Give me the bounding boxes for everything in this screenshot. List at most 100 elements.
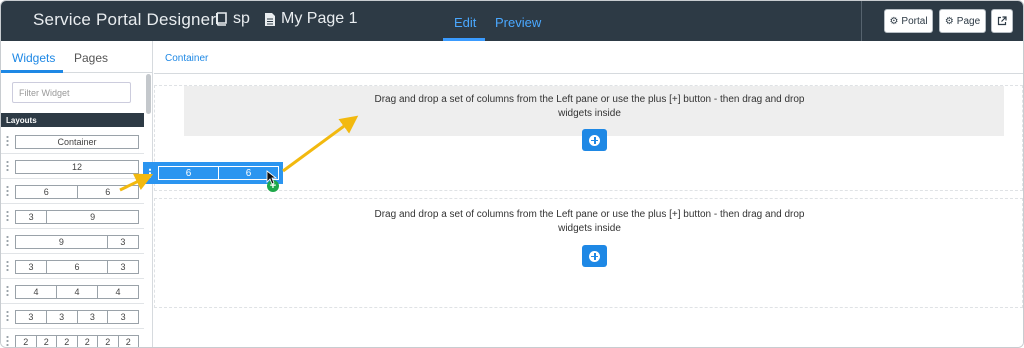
- app-window: Service Portal Designer sp My Page 1 Edi…: [0, 0, 1024, 348]
- layout-column: 6: [105, 187, 111, 197]
- tab-widgets-indicator: [1, 70, 63, 73]
- layout-item[interactable]: 363: [1, 254, 144, 279]
- layout-item[interactable]: 12: [1, 154, 144, 179]
- tab-pages[interactable]: Pages: [74, 51, 108, 65]
- drop-instructions: Drag and drop a set of columns from the …: [155, 93, 1023, 121]
- external-link-icon: [997, 16, 1007, 26]
- add-columns-button[interactable]: [582, 129, 607, 151]
- drag-handle-icon: [6, 185, 9, 196]
- layout-item[interactable]: 39: [1, 204, 144, 229]
- layout-column: 2: [98, 336, 119, 347]
- layout-column: 2: [57, 336, 78, 347]
- layout-column: 2: [78, 336, 98, 347]
- header-divider: [861, 1, 862, 41]
- layout-item[interactable]: 222222: [1, 329, 144, 347]
- layout-column: 2: [125, 337, 131, 347]
- page-button[interactable]: ⚙ Page: [939, 9, 986, 33]
- layout-column: 6: [47, 261, 108, 273]
- layout-column: 3: [120, 237, 126, 247]
- layout-item[interactable]: Container: [1, 129, 144, 154]
- layout-column: 2: [16, 336, 37, 347]
- layout-column: 9: [16, 236, 108, 248]
- dragged-layout-6-6[interactable]: 6 6: [143, 162, 283, 184]
- page-crumb[interactable]: My Page 1: [264, 10, 357, 28]
- left-pane: Widgets Pages Filter Widget Layouts Cont…: [1, 41, 153, 347]
- layout-columns: 6 6: [158, 166, 279, 180]
- layout-item[interactable]: 66: [1, 179, 144, 204]
- page-canvas: Container Drag and drop a set of columns…: [154, 41, 1023, 347]
- layout-columns: 93: [15, 235, 139, 249]
- layout-column: 12: [71, 162, 82, 172]
- drag-handle-icon: [6, 160, 9, 171]
- layout-column: 4: [16, 286, 57, 298]
- portal-button[interactable]: ⚙ Portal: [884, 9, 933, 33]
- container-drop-zone[interactable]: Drag and drop a set of columns from the …: [154, 198, 1023, 308]
- page-button-label: Page: [956, 15, 981, 27]
- plus-circle-icon: [589, 134, 600, 146]
- page-crumb-label: My Page 1: [281, 10, 358, 27]
- layout-columns: 3333: [15, 310, 139, 324]
- breadcrumb: Container: [154, 41, 1023, 74]
- drag-handle-icon: [6, 335, 9, 346]
- layout-columns: 66: [15, 185, 139, 199]
- filter-widget-input[interactable]: Filter Widget: [12, 82, 131, 103]
- layout-column: 3: [16, 311, 47, 323]
- layouts-header: Layouts: [1, 113, 144, 127]
- portal-crumb[interactable]: sp: [214, 10, 250, 28]
- gear-icon: ⚙: [889, 15, 899, 27]
- layout-column: 3: [16, 261, 47, 273]
- layout-columns: 222222: [15, 335, 139, 347]
- book-icon: [216, 12, 227, 26]
- layout-column: 6: [159, 167, 219, 179]
- layout-column: 3: [120, 262, 126, 272]
- layout-item[interactable]: 93: [1, 229, 144, 254]
- drag-handle-icon: [6, 135, 9, 146]
- breadcrumb-container[interactable]: Container: [165, 53, 208, 64]
- portal-crumb-label: sp: [233, 10, 250, 27]
- plus-circle-icon: [589, 250, 600, 262]
- gear-icon: ⚙: [944, 15, 954, 27]
- drop-instructions-line1: Drag and drop a set of columns from the …: [374, 94, 805, 105]
- layout-column: 4: [115, 287, 121, 297]
- drop-instructions-line1: Drag and drop a set of columns from the …: [374, 209, 805, 220]
- layout-column: 3: [16, 211, 48, 223]
- drag-handle-icon: [149, 168, 151, 178]
- layout-column: 4: [57, 286, 98, 298]
- layout-item[interactable]: 3333: [1, 304, 144, 329]
- layout-columns: 444: [15, 285, 139, 299]
- app-title: Service Portal Designer: [33, 10, 217, 29]
- layout-column: 3: [47, 311, 78, 323]
- tab-preview[interactable]: Preview: [495, 15, 541, 30]
- layout-columns: 39: [15, 210, 139, 224]
- layout-column: 6: [245, 167, 252, 179]
- file-icon: [265, 12, 275, 26]
- drop-instructions-line2: widgets inside: [558, 223, 621, 234]
- layout-columns: 363: [15, 260, 139, 274]
- container-drop-zone[interactable]: Drag and drop a set of columns from the …: [154, 85, 1023, 191]
- drag-handle-icon: [6, 285, 9, 296]
- layout-column: 3: [78, 311, 109, 323]
- drop-instructions-line2: widgets inside: [558, 108, 621, 119]
- sidebar-scrollbar[interactable]: [146, 74, 151, 114]
- tab-edit[interactable]: Edit: [454, 15, 476, 30]
- drop-allowed-icon: +: [267, 180, 279, 192]
- drag-handle-icon: [6, 210, 9, 221]
- add-columns-button[interactable]: [582, 245, 607, 267]
- layout-column: 2: [37, 336, 57, 347]
- drag-handle-icon: [6, 260, 9, 271]
- layout-column: 9: [90, 212, 96, 222]
- layout-columns: Container: [15, 135, 139, 149]
- drop-instructions: Drag and drop a set of columns from the …: [155, 208, 1023, 236]
- portal-button-label: Portal: [901, 15, 928, 27]
- sidebar-tabs: Widgets Pages: [1, 41, 153, 73]
- layout-column: 3: [120, 312, 126, 322]
- drag-handle-icon: [6, 310, 9, 321]
- open-external-button[interactable]: [991, 9, 1013, 33]
- top-bar: Service Portal Designer sp My Page 1 Edi…: [1, 1, 1023, 41]
- layout-item[interactable]: 444: [1, 279, 144, 304]
- layout-column: 6: [16, 186, 78, 198]
- tab-widgets[interactable]: Widgets: [12, 51, 55, 65]
- layout-column: Container: [57, 137, 97, 147]
- layout-columns: 12: [15, 160, 139, 174]
- drag-handle-icon: [6, 235, 9, 246]
